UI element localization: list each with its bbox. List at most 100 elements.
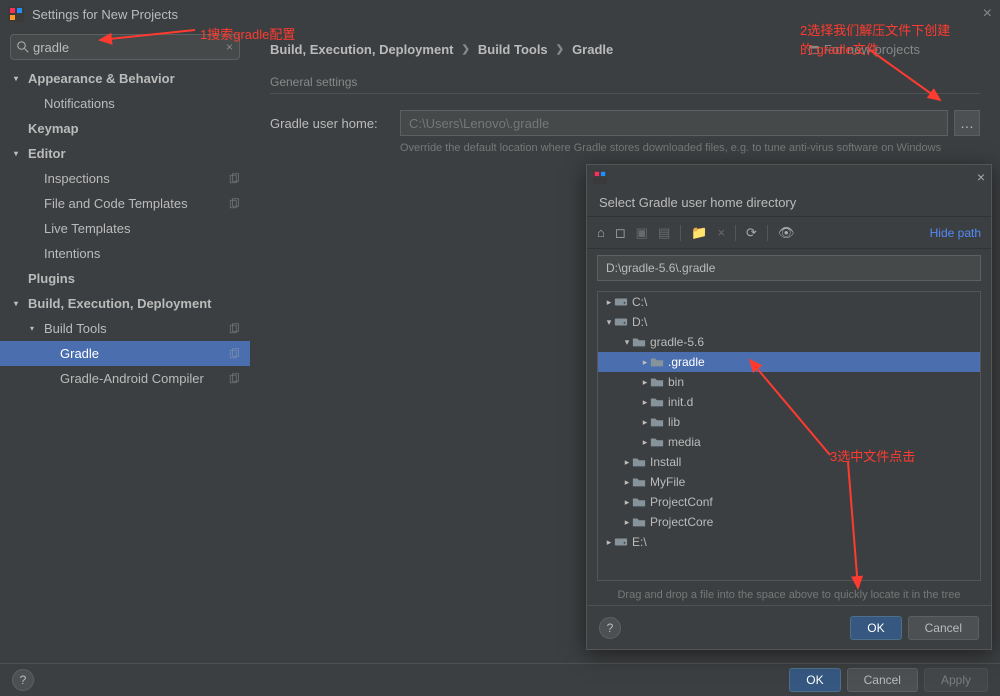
sidebar-item[interactable]: ▾Build, Execution, Deployment <box>0 291 250 316</box>
sidebar-item-label: Appearance & Behavior <box>28 71 175 86</box>
sidebar-item-label: Live Templates <box>44 221 130 236</box>
file-tree-item[interactable]: ▸E:\ <box>598 532 980 552</box>
file-tree-item[interactable]: ▸C:\ <box>598 292 980 312</box>
dialog-title: Select Gradle user home directory <box>587 189 991 217</box>
desktop-icon[interactable]: ◻ <box>615 225 626 241</box>
file-tree-label: ProjectConf <box>650 495 713 509</box>
breadcrumb-b[interactable]: Build Tools <box>478 42 548 57</box>
settings-sidebar: × ▾ Appearance & Behavior Notifications Key… <box>0 28 250 663</box>
file-tree-item[interactable]: ▸ Install <box>598 452 980 472</box>
chevron-icon[interactable]: ▸ <box>640 397 650 408</box>
file-tree-label: D:\ <box>632 315 647 329</box>
gradle-home-input[interactable]: C:\Users\Lenovo\.gradle <box>400 110 948 136</box>
chevron-icon[interactable]: ▸ <box>622 517 632 528</box>
scope-label: For new projects <box>808 42 920 57</box>
dialog-close-icon[interactable]: × <box>977 169 985 185</box>
folder-icon <box>650 396 664 408</box>
chevron-icon: ▾ <box>14 149 24 158</box>
window-title: Settings for New Projects <box>32 7 178 22</box>
file-tree-item[interactable]: ▸ProjectCore <box>598 512 980 532</box>
apply-button[interactable]: Apply <box>924 668 988 692</box>
refresh-icon[interactable]: ⟳ <box>746 225 757 241</box>
gradle-home-hint: Override the default location where Grad… <box>400 142 980 154</box>
copy-icon <box>228 173 240 185</box>
chevron-icon: ▾ <box>14 74 24 83</box>
window-close-icon[interactable]: × <box>983 5 992 23</box>
dialog-help-button[interactable]: ? <box>599 617 621 639</box>
chevron-icon[interactable]: ▸ <box>622 457 632 468</box>
dialog-ok-button[interactable]: OK <box>850 616 901 640</box>
file-tree-label: .gradle <box>668 355 705 369</box>
file-tree-item[interactable]: ▸init.d <box>598 392 980 412</box>
app-logo-icon <box>593 170 607 184</box>
search-input-wrap[interactable]: × <box>10 34 240 60</box>
sidebar-item[interactable]: Live Templates <box>0 216 250 241</box>
file-tree-item[interactable]: ▸lib <box>598 412 980 432</box>
dialog-toolbar: ⌂ ◻ ▣ ▤ 📁 × ⟳ 👁 Hide path <box>587 217 991 249</box>
copy-icon <box>228 323 240 335</box>
chevron-icon[interactable]: ▸ <box>622 497 632 508</box>
chevron-icon[interactable]: ▸ <box>604 537 614 548</box>
sidebar-item-label: Gradle-Android Compiler <box>60 371 204 386</box>
browse-button[interactable]: … <box>954 110 980 136</box>
sidebar-item[interactable]: ▾ Appearance & Behavior <box>0 66 250 91</box>
chevron-icon[interactable]: ▸ <box>640 377 650 388</box>
new-folder-icon[interactable]: 📁 <box>691 225 707 241</box>
chevron-icon[interactable]: ▸ <box>640 417 650 428</box>
show-hidden-icon[interactable]: 👁 <box>778 225 795 241</box>
file-tree-item[interactable]: ▾ D:\ <box>598 312 980 332</box>
sidebar-item[interactable]: Notifications <box>0 91 250 116</box>
copy-icon <box>228 348 240 360</box>
sidebar-item[interactable]: Gradle <box>0 341 250 366</box>
delete-icon[interactable]: × <box>717 225 725 240</box>
sidebar-item-label: Build, Execution, Deployment <box>28 296 211 311</box>
chevron-icon[interactable]: ▸ <box>622 477 632 488</box>
scope-icon <box>808 44 820 56</box>
sidebar-item[interactable]: ▾Build Tools <box>0 316 250 341</box>
file-chooser-dialog: × Select Gradle user home directory ⌂ ◻ … <box>586 164 992 650</box>
project-icon[interactable]: ▣ <box>636 225 648 241</box>
file-tree-label: media <box>668 435 701 449</box>
hide-path-link[interactable]: Hide path <box>930 226 981 240</box>
file-tree-item[interactable]: ▸MyFile <box>598 472 980 492</box>
file-tree-item[interactable]: ▾gradle-5.6 <box>598 332 980 352</box>
disk-icon <box>614 536 628 548</box>
dialog-cancel-button[interactable]: Cancel <box>908 616 979 640</box>
chevron-icon[interactable]: ▸ <box>640 357 650 368</box>
chevron-icon[interactable]: ▾ <box>622 337 632 348</box>
copy-icon <box>228 198 240 210</box>
file-tree-item[interactable]: ▸bin <box>598 372 980 392</box>
file-tree-item[interactable]: ▸ .gradle <box>598 352 980 372</box>
sidebar-item[interactable]: ▾ Editor <box>0 141 250 166</box>
sidebar-item[interactable]: File and Code Templates <box>0 191 250 216</box>
chevron-icon[interactable]: ▾ <box>604 317 614 328</box>
cancel-button[interactable]: Cancel <box>847 668 918 692</box>
file-tree-item[interactable]: ▸ media <box>598 432 980 452</box>
home-icon[interactable]: ⌂ <box>597 225 605 240</box>
settings-footer: ? OK Cancel Apply <box>0 663 1000 696</box>
clear-search-icon[interactable]: × <box>226 40 233 54</box>
file-tree-item[interactable]: ▸ ProjectConf <box>598 492 980 512</box>
sidebar-item-label: Keymap <box>28 121 79 136</box>
breadcrumb-a[interactable]: Build, Execution, Deployment <box>270 42 453 57</box>
chevron-icon[interactable]: ▸ <box>640 437 650 448</box>
chevron-icon[interactable]: ▸ <box>604 297 614 308</box>
ok-button[interactable]: OK <box>789 668 840 692</box>
help-button[interactable]: ? <box>12 669 34 691</box>
sidebar-item[interactable]: Keymap <box>0 116 250 141</box>
breadcrumb-c[interactable]: Gradle <box>572 42 613 57</box>
sidebar-item-label: Notifications <box>44 96 115 111</box>
dialog-path-input[interactable]: D:\gradle-5.6\.gradle <box>597 255 981 281</box>
module-icon[interactable]: ▤ <box>658 225 670 241</box>
chevron-right-icon: ❯ <box>556 44 564 55</box>
sidebar-item-label: Inspections <box>44 171 110 186</box>
sidebar-item-label: Gradle <box>60 346 99 361</box>
file-tree[interactable]: ▸C:\▾D:\▾gradle-5.6▸.gradle▸bin▸init.d▸l… <box>597 291 981 581</box>
search-input[interactable] <box>33 40 226 55</box>
sidebar-item[interactable]: Inspections <box>0 166 250 191</box>
sidebar-item[interactable]: Intentions <box>0 241 250 266</box>
file-tree-label: Install <box>650 455 681 469</box>
sidebar-item[interactable]: Gradle-Android Compiler <box>0 366 250 391</box>
sidebar-item-label: Editor <box>28 146 66 161</box>
sidebar-item[interactable]: Plugins <box>0 266 250 291</box>
